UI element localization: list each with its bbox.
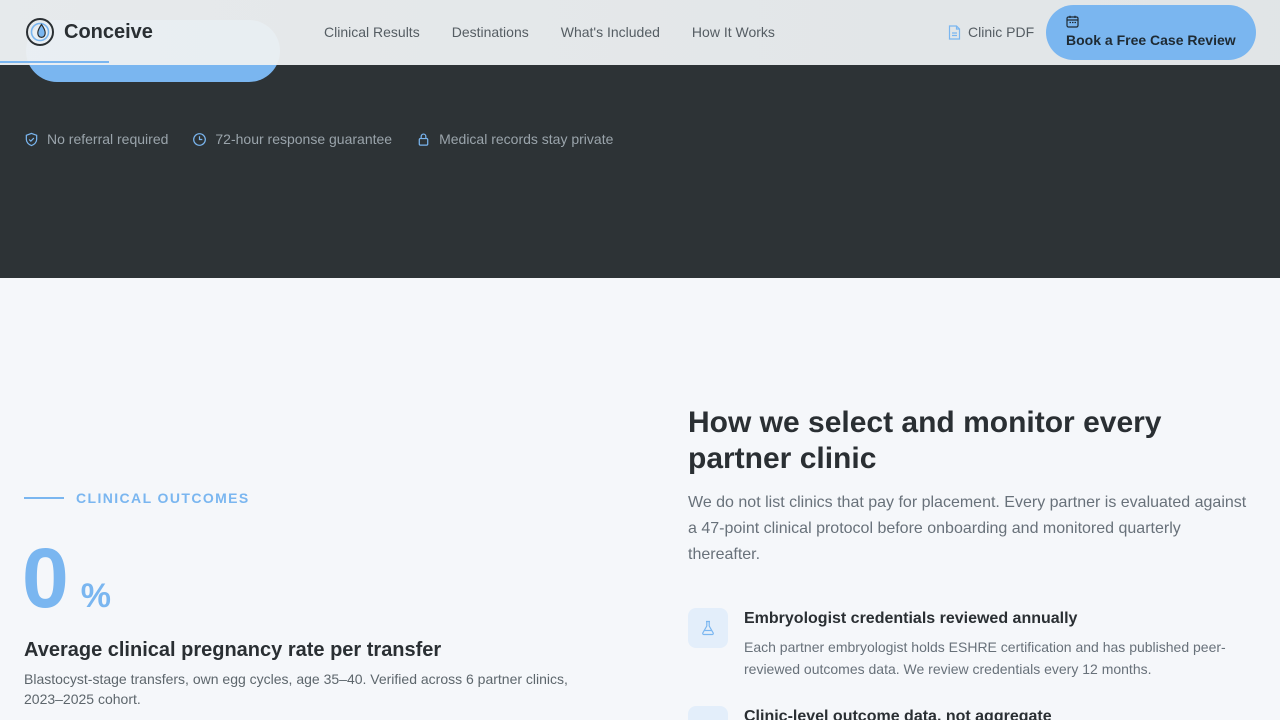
stat-description: Blastocyst-stage transfers, own egg cycl… xyxy=(24,671,568,707)
nav-destinations[interactable]: Destinations xyxy=(452,24,529,40)
stat-unit: % xyxy=(80,577,111,615)
trust-item-referral: No referral required xyxy=(24,131,168,147)
clinic-pdf-link[interactable]: Clinic PDF xyxy=(948,24,1034,40)
eyebrow-label: CLINICAL OUTCOMES xyxy=(76,490,250,506)
eyebrow-divider xyxy=(24,497,64,499)
feature-title: Embryologist credentials reviewed annual… xyxy=(744,610,1078,627)
main-nav: Clinical Results Destinations What's Inc… xyxy=(324,24,775,40)
trust-item-response: 72-hour response guarantee xyxy=(192,131,392,147)
book-case-review-button[interactable]: Book a Free Case Review xyxy=(1046,5,1256,60)
stat-value: 0 xyxy=(22,531,69,625)
trust-item-privacy: Medical records stay private xyxy=(416,131,613,147)
nav-clinical-results[interactable]: Clinical Results xyxy=(324,24,420,40)
clock-icon xyxy=(193,132,207,146)
trust-badges: No referral required 72-hour response gu… xyxy=(24,131,613,147)
feature-description: Each partner embryologist holds ESHRE ce… xyxy=(744,639,1226,677)
cta-label: Book a Free Case Review xyxy=(1066,32,1236,48)
trust-label: No referral required xyxy=(47,131,169,147)
flask-icon xyxy=(702,620,714,636)
calendar-icon xyxy=(1066,15,1079,28)
feature-icon-wrap xyxy=(688,608,728,648)
document-icon xyxy=(948,24,961,40)
site-header: Conceive Clinical Results Destinations W… xyxy=(0,0,1280,65)
section-eyebrow: CLINICAL OUTCOMES xyxy=(24,490,250,506)
stat-title: Average clinical pregnancy rate per tran… xyxy=(24,639,442,661)
shield-check-icon xyxy=(25,132,38,146)
brand-name: Conceive xyxy=(64,20,153,43)
outcome-stat: 0 % xyxy=(22,536,111,620)
droplet-in-circle-icon xyxy=(26,18,54,46)
trust-label: Medical records stay private xyxy=(439,131,614,147)
lock-icon xyxy=(418,132,429,146)
feature-title: Clinic-level outcome data, not aggregate xyxy=(744,708,1052,720)
selection-intro: We do not list clinics that pay for plac… xyxy=(688,494,1247,563)
brand[interactable]: Conceive xyxy=(25,17,153,47)
scroll-progress-indicator xyxy=(0,61,109,63)
clinic-pdf-label: Clinic PDF xyxy=(968,24,1035,40)
nav-whats-included[interactable]: What's Included xyxy=(561,24,660,40)
feature-icon-wrap xyxy=(688,706,728,720)
nav-how-it-works[interactable]: How It Works xyxy=(692,24,775,40)
trust-label: 72-hour response guarantee xyxy=(215,131,393,147)
selection-heading: How we select and monitor every partner … xyxy=(688,406,1162,475)
